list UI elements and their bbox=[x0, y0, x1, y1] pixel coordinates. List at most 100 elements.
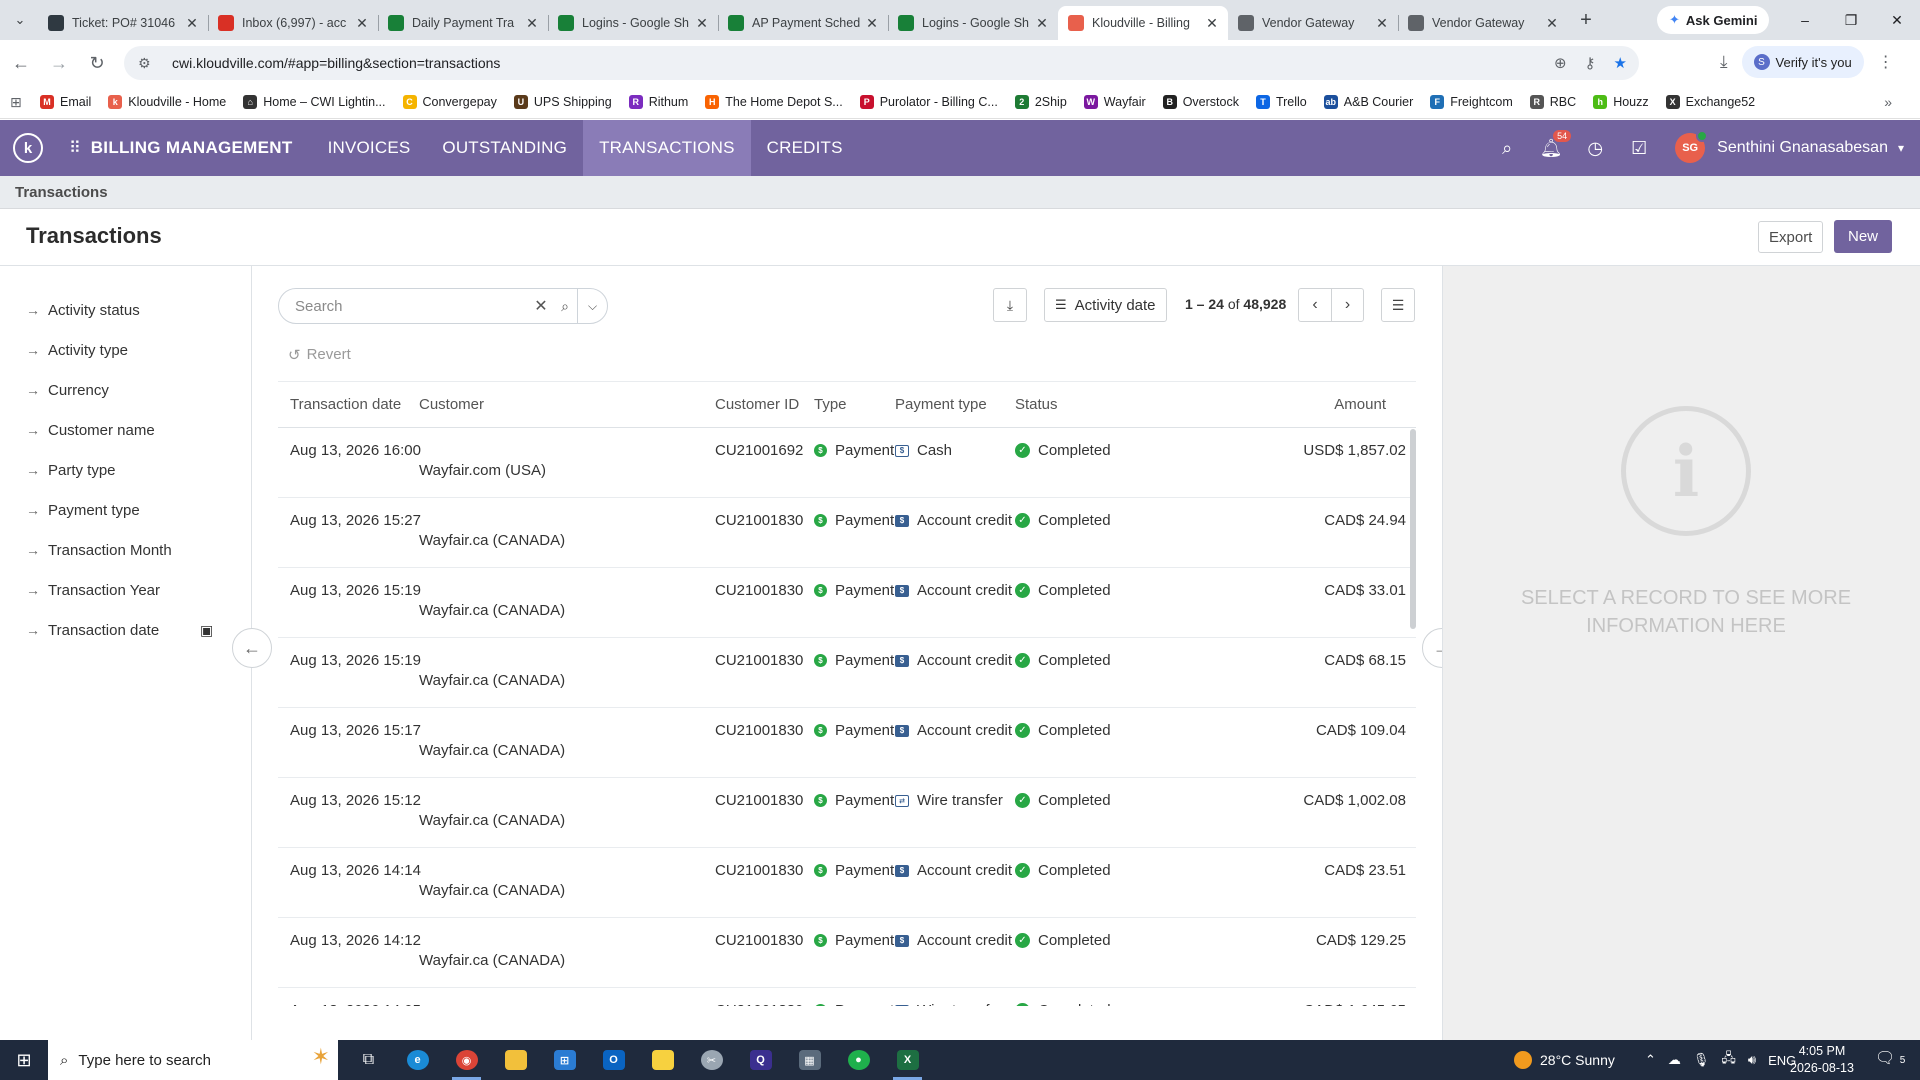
site-info-icon[interactable]: ⚙ bbox=[138, 55, 158, 72]
close-tab-icon[interactable]: ✕ bbox=[694, 15, 710, 32]
taskbar-search[interactable]: ⌕ Type here to search ✶ bbox=[48, 1040, 338, 1080]
chat-button[interactable]: ● bbox=[834, 1040, 883, 1080]
close-tab-icon[interactable]: ✕ bbox=[1374, 15, 1390, 32]
chevron-up-icon[interactable]: ⌃ bbox=[1645, 1052, 1656, 1068]
quick-assist-button[interactable]: Q bbox=[736, 1040, 785, 1080]
list-view-button[interactable]: ☰ bbox=[1381, 288, 1415, 322]
bookmark[interactable]: R RBC bbox=[1529, 95, 1576, 109]
bookmark[interactable]: P Purolator - Billing C... bbox=[859, 95, 998, 109]
header-type[interactable]: Type bbox=[814, 396, 847, 413]
search-placeholder[interactable]: Search bbox=[295, 298, 529, 315]
clock[interactable]: 4:05 PM 2026-08-13 bbox=[1790, 1043, 1854, 1077]
verify-button[interactable]: S Verify it's you bbox=[1741, 46, 1864, 78]
bookmark[interactable]: C Convergepay bbox=[402, 95, 497, 109]
menu-item-outstanding[interactable]: OUTSTANDING bbox=[426, 120, 583, 176]
tasks-button[interactable]: ☑ bbox=[1617, 120, 1661, 176]
bookmark-star-icon[interactable]: ★ bbox=[1614, 54, 1627, 72]
bookmark[interactable]: 2 2Ship bbox=[1014, 95, 1067, 109]
chrome-button[interactable]: ◉ bbox=[442, 1040, 491, 1080]
tab-search-button[interactable]: ⌄ bbox=[6, 6, 34, 34]
network-icon[interactable]: 🖧︎ bbox=[1721, 1049, 1736, 1071]
forward-button[interactable]: → bbox=[42, 46, 76, 80]
header-amount[interactable]: Amount bbox=[1334, 396, 1386, 413]
chevron-down-icon[interactable]: ▾ bbox=[1898, 141, 1904, 155]
table-scrollbar[interactable] bbox=[1410, 429, 1416, 629]
table-row[interactable]: Aug 13, 2026 14:05 CU21001830 $ Payment⇄ Wir… bbox=[278, 988, 1416, 1006]
bookmark[interactable]: k Kloudville - Home bbox=[108, 95, 226, 109]
download-button[interactable]: ⤓ bbox=[993, 288, 1027, 322]
bookmark[interactable]: U UPS Shipping bbox=[513, 95, 612, 109]
header-payment-type[interactable]: Payment type bbox=[895, 396, 987, 413]
browser-tab[interactable]: Vendor Gateway ✕ bbox=[1228, 6, 1398, 40]
table-row[interactable]: Aug 13, 2026 15:12 Wayfair.ca (CANADA) CU2… bbox=[278, 778, 1416, 848]
new-tab-button[interactable]: + bbox=[1572, 6, 1600, 34]
volume-icon[interactable]: 🔊︎ bbox=[1748, 1052, 1756, 1068]
bookmark[interactable]: F Freightcom bbox=[1430, 95, 1513, 109]
filter-transaction-year[interactable]: → Transaction Year bbox=[0, 570, 251, 610]
start-button[interactable]: ⊞ bbox=[0, 1040, 48, 1080]
bookmark[interactable]: M Email bbox=[40, 95, 91, 109]
header-status[interactable]: Status bbox=[1015, 396, 1058, 413]
user-name[interactable]: Senthini Gnanasabesan bbox=[1717, 139, 1888, 157]
menu-dots-icon[interactable]: ⋮ bbox=[1878, 52, 1894, 72]
filter-activity-status[interactable]: → Activity status bbox=[0, 290, 251, 330]
bookmark[interactable]: R Rithum bbox=[628, 95, 688, 109]
filter-activity-type[interactable]: → Activity type bbox=[0, 330, 251, 370]
reload-button[interactable]: ↻ bbox=[80, 46, 114, 80]
download-icon[interactable]: ⤓ bbox=[1720, 52, 1728, 72]
sticky-notes-button[interactable] bbox=[638, 1040, 687, 1080]
table-row[interactable]: Aug 13, 2026 15:17 Wayfair.ca (CANADA) CU2… bbox=[278, 708, 1416, 778]
bookmark[interactable]: ab A&B Courier bbox=[1323, 95, 1413, 109]
sort-button[interactable]: ☰ Activity date bbox=[1044, 288, 1167, 322]
close-window-icon[interactable]: ✕ bbox=[1874, 0, 1920, 40]
menu-item-invoices[interactable]: INVOICES bbox=[312, 120, 427, 176]
bookmark[interactable]: X Exchange52 bbox=[1665, 95, 1755, 109]
bookmark[interactable]: h Houzz bbox=[1593, 95, 1649, 109]
browser-tab[interactable]: Vendor Gateway ✕ bbox=[1398, 6, 1568, 40]
snipping-tool-button[interactable]: ✂ bbox=[687, 1040, 736, 1080]
browser-tab[interactable]: Logins - Google Sh ✕ bbox=[888, 6, 1058, 40]
store-button[interactable]: ⊞ bbox=[540, 1040, 589, 1080]
address-bar[interactable]: ⚙ cwi.kloudville.com/#app=billing&sectio… bbox=[124, 46, 1639, 80]
header-customer-id[interactable]: Customer ID bbox=[715, 396, 799, 413]
kloudville-logo-icon[interactable]: k bbox=[13, 133, 43, 163]
search-button[interactable]: ⌕ bbox=[1485, 120, 1529, 176]
browser-tab[interactable]: Kloudville - Billing ✕ bbox=[1058, 6, 1228, 40]
previous-page-icon[interactable]: ‹ bbox=[1299, 289, 1331, 321]
close-tab-icon[interactable]: ✕ bbox=[184, 15, 200, 32]
browser-tab[interactable]: Daily Payment Tra ✕ bbox=[378, 6, 548, 40]
avatar[interactable]: SG bbox=[1675, 130, 1709, 163]
table-row[interactable]: Aug 13, 2026 14:14 Wayfair.ca (CANADA) CU2… bbox=[278, 848, 1416, 918]
browser-tab[interactable]: Inbox (6,997) - acc ✕ bbox=[208, 6, 378, 40]
close-tab-icon[interactable]: ✕ bbox=[1204, 15, 1220, 32]
app-name[interactable]: BILLING MANAGEMENT bbox=[91, 138, 293, 158]
calendar-icon[interactable]: ▣ bbox=[200, 622, 213, 639]
filter-transaction-month[interactable]: → Transaction Month bbox=[0, 530, 251, 570]
apps-grid-icon[interactable]: ⊞ bbox=[10, 94, 40, 111]
search-input[interactable]: Search ✕ ⌕ ⌵ bbox=[278, 288, 608, 324]
browser-tab[interactable]: Logins - Google Sh ✕ bbox=[548, 6, 718, 40]
menu-item-transactions[interactable]: TRANSACTIONS bbox=[583, 120, 751, 176]
onedrive-icon[interactable]: ☁ bbox=[1668, 1052, 1681, 1068]
zoom-icon[interactable]: ⊕ bbox=[1554, 54, 1567, 72]
search-icon[interactable]: ⌕ bbox=[553, 298, 577, 315]
microphone-icon[interactable]: 🎙︎ bbox=[1693, 1052, 1710, 1068]
close-tab-icon[interactable]: ✕ bbox=[354, 15, 370, 32]
minimize-icon[interactable]: – bbox=[1782, 0, 1828, 40]
table-row[interactable]: Aug 13, 2026 16:00 Wayfair.com (USA) CU210… bbox=[278, 428, 1416, 498]
header-transaction-date[interactable]: Transaction date bbox=[290, 396, 401, 413]
ask-gemini-button[interactable]: ✦ Ask Gemini bbox=[1657, 6, 1770, 34]
table-row[interactable]: Aug 13, 2026 15:27 Wayfair.ca (CANADA) CU2… bbox=[278, 498, 1416, 568]
collapse-left-button[interactable]: ← bbox=[232, 628, 272, 668]
notification-center-button[interactable]: 🗨︎ 5 bbox=[1875, 1048, 1905, 1068]
close-tab-icon[interactable]: ✕ bbox=[864, 15, 880, 32]
table-row[interactable]: Aug 13, 2026 15:19 Wayfair.ca (CANADA) CU2… bbox=[278, 638, 1416, 708]
header-customer[interactable]: Customer bbox=[419, 396, 484, 413]
bookmark[interactable]: B Overstock bbox=[1162, 95, 1239, 109]
bookmark[interactable]: W Wayfair bbox=[1083, 95, 1146, 109]
browser-tab[interactable]: AP Payment Sched ✕ bbox=[718, 6, 888, 40]
close-tab-icon[interactable]: ✕ bbox=[1034, 15, 1050, 32]
menu-item-credits[interactable]: CREDITS bbox=[751, 120, 859, 176]
restore-icon[interactable]: ❐ bbox=[1828, 0, 1874, 40]
browser-tab[interactable]: Ticket: PO# 31046 ✕ bbox=[38, 6, 208, 40]
